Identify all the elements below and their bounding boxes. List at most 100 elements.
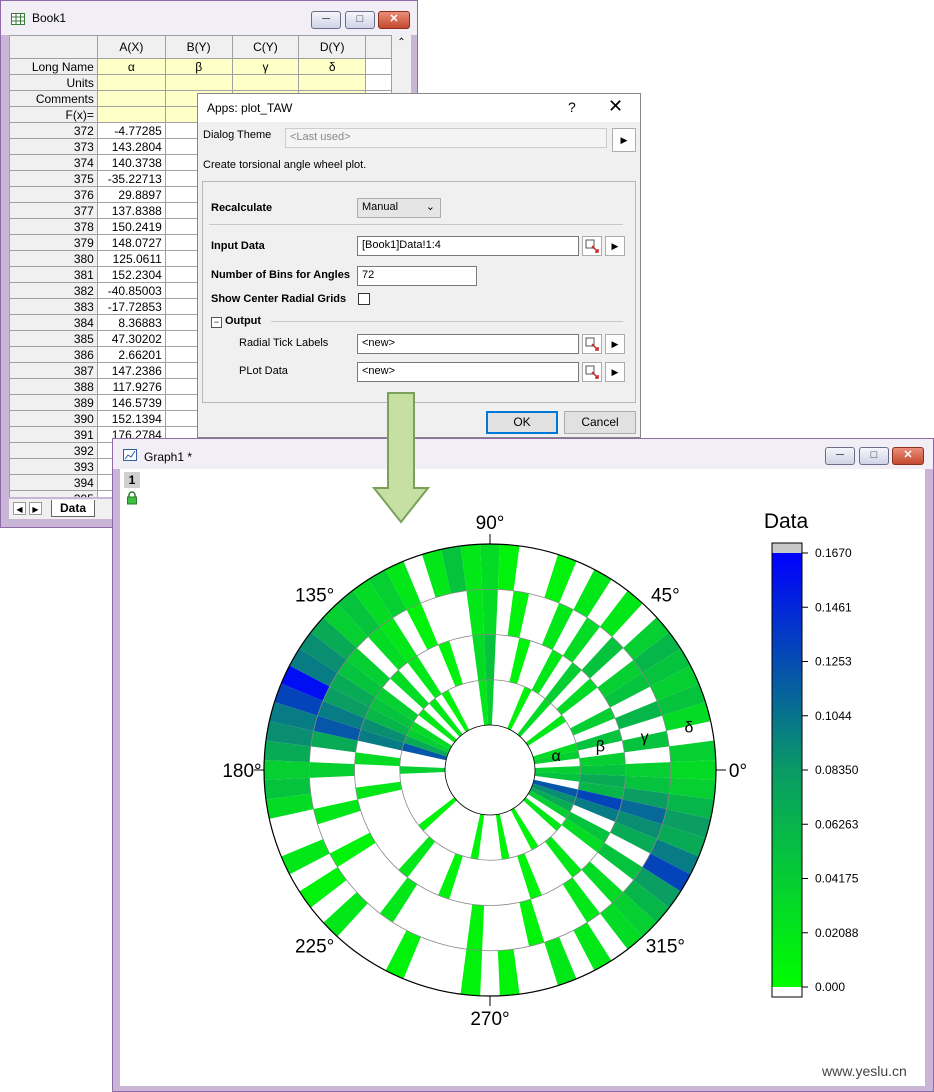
data-cell[interactable]: 143.2804 xyxy=(96,138,166,155)
data-cell[interactable]: 29.8897 xyxy=(96,186,166,203)
sheet-tab-data[interactable]: Data xyxy=(51,500,96,517)
cancel-button[interactable]: Cancel xyxy=(564,411,636,434)
bins-input[interactable]: 72 xyxy=(357,266,477,286)
range-picker-icon[interactable] xyxy=(582,334,602,354)
column-header[interactable]: C(Y) xyxy=(231,35,300,59)
minimize-button[interactable]: ─ xyxy=(311,11,341,29)
data-cell[interactable]: 137.8388 xyxy=(96,202,166,219)
comments-cell[interactable] xyxy=(96,90,166,107)
lock-icon[interactable] xyxy=(125,491,139,505)
plot-data-field[interactable]: <new> xyxy=(357,362,579,382)
dialog-close-button[interactable]: ✕ xyxy=(608,96,623,117)
graph-titlebar[interactable]: Graph1 * ─ □ ✕ xyxy=(113,439,933,469)
row-number[interactable]: 390 xyxy=(9,410,98,427)
data-cell[interactable]: 147.2386 xyxy=(96,362,166,379)
data-cell[interactable]: 125.0611 xyxy=(96,250,166,267)
data-cell[interactable]: -17.72853 xyxy=(96,298,166,315)
row-number[interactable]: 375 xyxy=(9,170,98,187)
center-grids-checkbox[interactable] xyxy=(358,293,370,305)
data-cell[interactable]: -35.22713 xyxy=(96,170,166,187)
units-cell[interactable] xyxy=(96,74,166,91)
radial-ticks-menu-button[interactable]: ▶ xyxy=(605,334,625,354)
restore-button[interactable]: □ xyxy=(859,447,889,465)
tab-prev-icon[interactable]: ◀ xyxy=(13,502,26,515)
row-number[interactable]: 383 xyxy=(9,298,98,315)
data-cell[interactable]: 152.1394 xyxy=(96,410,166,427)
layer-indicator[interactable]: 1 xyxy=(124,472,140,488)
minimize-button[interactable]: ─ xyxy=(825,447,855,465)
data-cell[interactable]: 2.66201 xyxy=(96,346,166,363)
data-cell[interactable]: 146.5739 xyxy=(96,394,166,411)
collapse-icon[interactable]: − xyxy=(211,317,222,328)
column-header[interactable]: B(Y) xyxy=(164,35,233,59)
row-number[interactable]: 393 xyxy=(9,458,98,475)
row-label[interactable]: F(x)= xyxy=(9,106,98,123)
row-number[interactable]: 384 xyxy=(9,314,98,331)
row-number[interactable]: 394 xyxy=(9,474,98,491)
row-number[interactable]: 382 xyxy=(9,282,98,299)
range-picker-icon[interactable] xyxy=(582,236,602,256)
data-cell[interactable]: 150.2419 xyxy=(96,218,166,235)
units-cell[interactable] xyxy=(298,74,367,91)
plot-data-menu-button[interactable]: ▶ xyxy=(605,362,625,382)
separator xyxy=(209,224,623,225)
row-number[interactable]: 377 xyxy=(9,202,98,219)
scroll-up-icon[interactable]: ⌃ xyxy=(392,37,411,48)
ok-button[interactable]: OK xyxy=(486,411,558,434)
formula-cell[interactable] xyxy=(96,106,166,123)
data-cell[interactable]: 152.2304 xyxy=(96,266,166,283)
range-picker-icon[interactable] xyxy=(582,362,602,382)
data-cell[interactable]: -40.85003 xyxy=(96,282,166,299)
row-number[interactable]: 385 xyxy=(9,330,98,347)
row-number[interactable]: 373 xyxy=(9,138,98,155)
dialog-titlebar[interactable]: Apps: plot_TAW ? ✕ xyxy=(198,94,640,122)
data-cell[interactable]: 140.3738 xyxy=(96,154,166,171)
row-number[interactable]: 374 xyxy=(9,154,98,171)
units-cell[interactable] xyxy=(231,74,300,91)
row-number[interactable]: 387 xyxy=(9,362,98,379)
row-number[interactable]: 395 xyxy=(9,490,98,497)
row-number[interactable]: 391 xyxy=(9,426,98,443)
radial-tick-labels-field[interactable]: <new> xyxy=(357,334,579,354)
data-cell[interactable]: 8.36883 xyxy=(96,314,166,331)
long-name-cell[interactable]: β xyxy=(164,58,233,75)
row-number[interactable]: 379 xyxy=(9,234,98,251)
row-label[interactable]: Units xyxy=(9,74,98,91)
recalculate-select[interactable]: Manual ⌄ xyxy=(357,198,441,218)
row-label[interactable]: Comments xyxy=(9,90,98,107)
graph-canvas[interactable] xyxy=(120,469,925,1086)
long-name-cell[interactable]: δ xyxy=(298,58,367,75)
input-menu-button[interactable]: ▶ xyxy=(605,236,625,256)
graph-window[interactable]: Graph1 * ─ □ ✕ 1 xyxy=(112,438,934,1092)
close-button[interactable]: ✕ xyxy=(892,447,924,465)
row-number[interactable]: 386 xyxy=(9,346,98,363)
row-number[interactable]: 392 xyxy=(9,442,98,459)
row-number[interactable]: 372 xyxy=(9,122,98,139)
data-cell[interactable]: 47.30202 xyxy=(96,330,166,347)
data-cell[interactable]: 148.0727 xyxy=(96,234,166,251)
data-cell[interactable]: 117.9276 xyxy=(96,378,166,395)
row-number[interactable]: 389 xyxy=(9,394,98,411)
row-number[interactable]: 378 xyxy=(9,218,98,235)
row-number[interactable]: 381 xyxy=(9,266,98,283)
input-data-field[interactable]: [Book1]Data!1:4 xyxy=(357,236,579,256)
dialog-theme-field[interactable]: <Last used> xyxy=(285,128,607,148)
corner-cell[interactable] xyxy=(9,35,98,59)
restore-button[interactable]: □ xyxy=(345,11,375,29)
tab-next-icon[interactable]: ▶ xyxy=(29,502,42,515)
column-header[interactable]: D(Y) xyxy=(298,35,367,59)
row-number[interactable]: 388 xyxy=(9,378,98,395)
theme-menu-button[interactable]: ▶ xyxy=(612,128,636,152)
long-name-cell[interactable]: γ xyxy=(231,58,300,75)
long-name-cell[interactable]: α xyxy=(96,58,166,75)
units-cell[interactable] xyxy=(164,74,233,91)
data-cell[interactable]: -4.77285 xyxy=(96,122,166,139)
row-number[interactable]: 380 xyxy=(9,250,98,267)
close-button[interactable]: ✕ xyxy=(378,11,410,29)
row-number[interactable]: 376 xyxy=(9,186,98,203)
dialog-theme-label: Dialog Theme xyxy=(203,129,272,141)
row-label[interactable]: Long Name xyxy=(9,58,98,75)
book-titlebar[interactable]: Book1 ─ □ ✕ xyxy=(1,1,417,35)
help-button[interactable]: ? xyxy=(568,99,576,115)
column-header[interactable]: A(X) xyxy=(96,35,166,59)
